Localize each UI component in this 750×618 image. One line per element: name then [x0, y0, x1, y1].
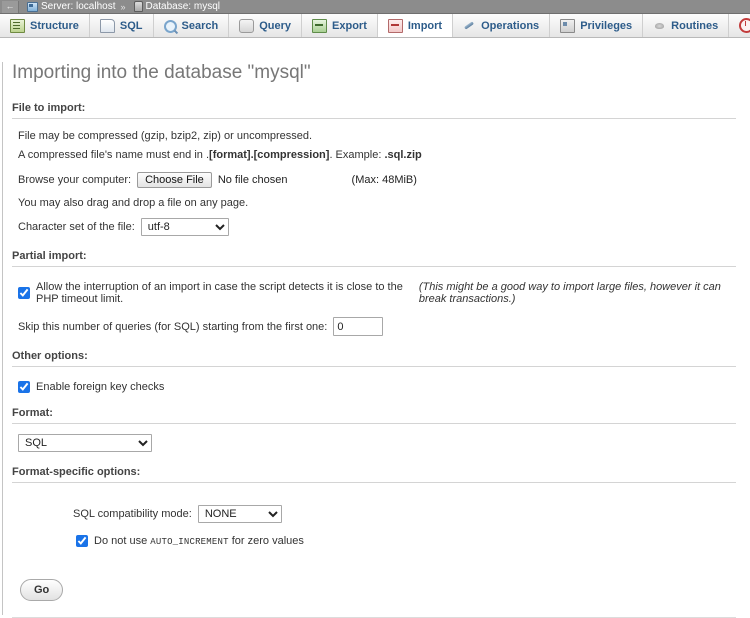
- charset-select[interactable]: utf-8: [140, 218, 229, 236]
- main-tab-bar: Structure SQL Search Query Export Import…: [0, 14, 750, 38]
- skip-queries-input[interactable]: [333, 317, 384, 336]
- auto-increment-suffix: for zero values: [228, 535, 304, 547]
- drag-drop-note-row: You may also drag and drop a file on any…: [18, 197, 750, 209]
- auto-increment-label: Do not use AUTO_INCREMENT for zero value…: [94, 535, 304, 547]
- privileges-icon: [560, 18, 576, 33]
- skip-queries-row: Skip this number of queries (for SQL) st…: [18, 317, 750, 336]
- tab-import-label: Import: [407, 19, 443, 32]
- tab-export[interactable]: Export: [302, 14, 378, 37]
- import-icon: [387, 18, 403, 33]
- tab-structure[interactable]: Structure: [0, 14, 90, 37]
- compression-info-prefix: A compressed file's name must end in .: [18, 149, 210, 161]
- foreign-key-checks-label: Enable foreign key checks: [36, 381, 165, 393]
- tab-routines[interactable]: Routines: [643, 14, 730, 37]
- tab-operations[interactable]: Operations: [453, 14, 551, 37]
- sql-compat-row: SQL compatibility mode: NONE: [73, 505, 750, 523]
- allow-interruption-row: Allow the interruption of an import in c…: [18, 281, 750, 305]
- auto-increment-row: Do not use AUTO_INCREMENT for zero value…: [76, 535, 750, 547]
- section-heading-format: Format:: [12, 407, 736, 424]
- allow-interruption-label: Allow the interruption of an import in c…: [36, 281, 403, 305]
- back-button[interactable]: ←: [2, 0, 19, 13]
- compression-info-line-1: File may be compressed (gzip, bzip2, zip…: [18, 130, 313, 142]
- breadcrumb-server[interactable]: Server: localhost: [27, 1, 115, 12]
- events-icon: [739, 18, 750, 33]
- tab-query[interactable]: Query: [229, 14, 303, 37]
- breadcrumb-separator: »: [120, 1, 126, 12]
- charset-row: Character set of the file: utf-8: [18, 218, 750, 236]
- structure-icon: [10, 18, 25, 33]
- compression-info-mid: . Example:: [329, 149, 385, 161]
- format-select[interactable]: SQL: [18, 434, 152, 452]
- breadcrumb-bar: ← Server: localhost » Database: mysql: [0, 0, 750, 14]
- chosen-file-status: No file chosen: [217, 174, 288, 186]
- import-page-content: Importing into the database "mysql" File…: [0, 62, 750, 618]
- section-partial-import: Allow the interruption of an import in c…: [12, 267, 750, 350]
- tab-search-label: Search: [181, 19, 219, 32]
- section-other-options: Enable foreign key checks: [12, 367, 750, 407]
- tab-search[interactable]: Search: [153, 14, 230, 37]
- allow-interruption-checkbox[interactable]: [18, 287, 30, 299]
- tab-privileges[interactable]: Privileges: [550, 14, 644, 37]
- database-icon: [133, 1, 143, 12]
- tab-structure-label: Structure: [30, 19, 79, 32]
- section-heading-format-specific: Format-specific options:: [12, 466, 736, 483]
- page-title: Importing into the database "mysql": [12, 62, 311, 83]
- auto-increment-prefix: Do not use: [94, 535, 151, 547]
- auto-increment-checkbox[interactable]: [76, 535, 88, 547]
- skip-queries-label: Skip this number of queries (for SQL) st…: [18, 320, 328, 333]
- query-icon: [239, 18, 255, 33]
- tab-routines-label: Routines: [671, 19, 719, 32]
- section-heading-other-options: Other options:: [12, 350, 736, 367]
- export-icon: [312, 18, 328, 33]
- tab-export-label: Export: [332, 19, 367, 32]
- compression-info-line-2: A compressed file's name must end in .[f…: [18, 148, 750, 163]
- section-format: SQL: [12, 424, 750, 466]
- tab-sql[interactable]: SQL: [89, 14, 154, 37]
- section-file-to-import: File may be compressed (gzip, bzip2, zip…: [12, 119, 750, 250]
- breadcrumb-database-label: Database: mysql: [145, 1, 220, 12]
- choose-file-button[interactable]: Choose File: [137, 172, 212, 188]
- breadcrumb-server-label: Server: localhost: [41, 1, 116, 12]
- tab-sql-label: SQL: [119, 19, 143, 32]
- tab-operations-label: Operations: [481, 19, 540, 32]
- operations-icon: [463, 20, 476, 32]
- foreign-key-checks-checkbox[interactable]: [18, 381, 30, 393]
- compression-example-token: .sql.zip: [384, 149, 422, 161]
- compression-format-token: [format].[compression]: [209, 149, 330, 161]
- foreign-key-row: Enable foreign key checks: [18, 381, 750, 393]
- tab-privileges-label: Privileges: [580, 19, 633, 32]
- section-heading-file-to-import: File to import:: [12, 102, 736, 119]
- browse-row: Browse your computer: Choose File No fil…: [18, 172, 750, 188]
- section-format-specific: SQL compatibility mode: NONE Do not use …: [12, 483, 750, 561]
- routines-icon: [653, 20, 666, 32]
- browse-label: Browse your computer:: [18, 174, 132, 186]
- allow-interruption-note: (This might be a good way to import larg…: [418, 281, 721, 305]
- sql-compatibility-select[interactable]: NONE: [197, 505, 282, 523]
- charset-label: Character set of the file:: [18, 221, 135, 233]
- tab-query-label: Query: [259, 19, 292, 32]
- tab-import[interactable]: Import: [377, 14, 454, 37]
- sql-compatibility-label: SQL compatibility mode:: [73, 508, 192, 520]
- drag-drop-note: You may also drag and drop a file on any…: [18, 197, 249, 209]
- max-upload-size: (Max: 48MiB): [351, 174, 417, 186]
- breadcrumb-database[interactable]: Database: mysql: [133, 1, 220, 12]
- go-button[interactable]: Go: [20, 579, 64, 601]
- search-icon: [163, 19, 177, 33]
- section-heading-partial-import: Partial import:: [12, 250, 736, 267]
- tab-events[interactable]: Events: [729, 14, 750, 37]
- sql-icon: [99, 18, 115, 33]
- auto-increment-keyword: AUTO_INCREMENT: [150, 537, 229, 547]
- server-icon: [27, 1, 38, 12]
